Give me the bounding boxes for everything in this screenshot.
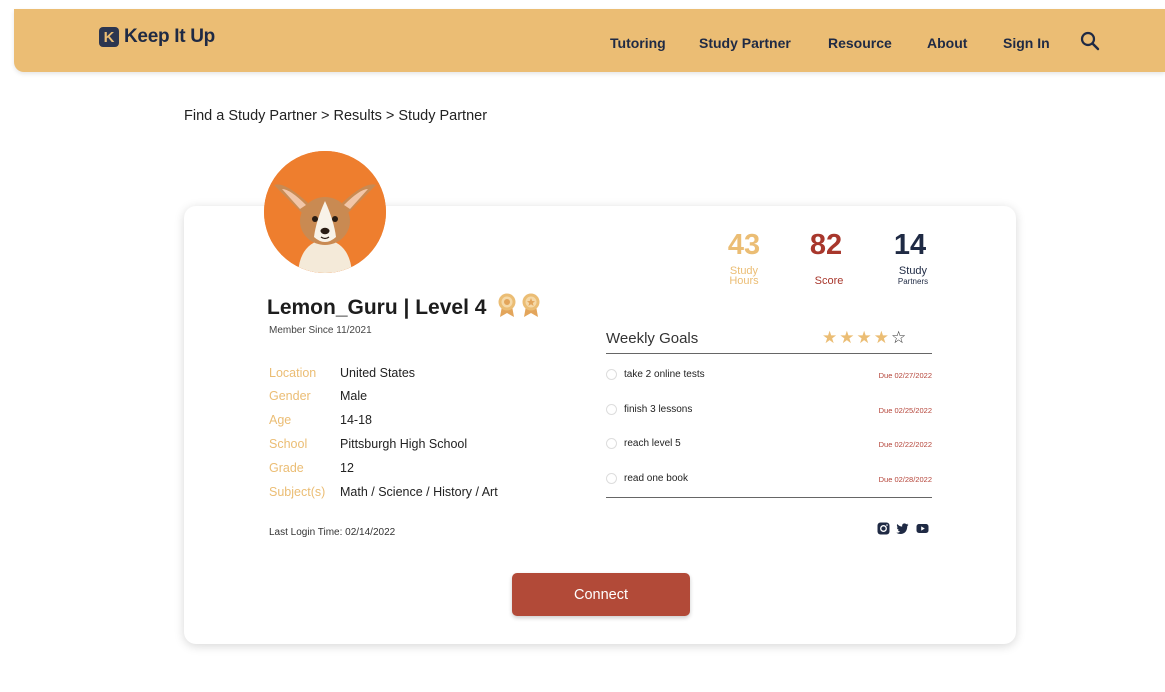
- info-label-location: Location: [269, 366, 317, 380]
- youtube-icon[interactable]: [916, 522, 929, 535]
- info-label-grade: Grade: [269, 461, 304, 475]
- breadcrumb[interactable]: Find a Study Partner > Results > Study P…: [184, 108, 487, 124]
- study-partners-label-line1: Study: [898, 265, 928, 277]
- search-icon[interactable]: [1079, 30, 1101, 52]
- goal-checkbox[interactable]: [606, 438, 617, 449]
- goal-checkbox[interactable]: [606, 473, 617, 484]
- nav-tutoring[interactable]: Tutoring: [610, 35, 666, 51]
- study-partners-value: 14: [893, 229, 927, 261]
- info-value-location: United States: [340, 366, 416, 380]
- goal-text: finish 3 lessons: [624, 404, 693, 415]
- logo-mark-icon: K: [99, 27, 119, 47]
- info-value-age: 14-18: [340, 413, 372, 427]
- username-level: Lemon_Guru | Level 4: [267, 296, 487, 319]
- goals-divider-bottom: [606, 497, 932, 498]
- nav-resource[interactable]: Resource: [828, 35, 892, 51]
- study-hours-label: Study Hours: [714, 266, 774, 287]
- star-filled-icon: ★: [822, 328, 840, 347]
- goal-text: take 2 online tests: [624, 369, 705, 380]
- info-label-age: Age: [269, 413, 292, 427]
- study-hours-label-line2: Hours: [729, 275, 759, 287]
- score-label-text: Score: [814, 275, 844, 287]
- member-since: Member Since 11/2021: [269, 325, 372, 336]
- star-filled-icon: ★: [873, 328, 891, 347]
- brand-logo[interactable]: K Keep It Up: [99, 26, 215, 48]
- info-value-subjects: Math / Science / History / Art: [340, 485, 498, 499]
- top-strip: [0, 0, 1165, 9]
- goals-divider-top: [606, 353, 932, 354]
- score-value: 82: [809, 229, 843, 261]
- goal-due-date: Due 02/28/2022: [878, 475, 932, 484]
- info-label-subjects: Subject(s): [269, 485, 326, 499]
- goal-text: read one book: [624, 473, 688, 484]
- goal-text: reach level 5: [624, 438, 681, 449]
- goal-due-date: Due 02/22/2022: [878, 440, 932, 449]
- avatar: [264, 151, 386, 273]
- info-value-gender: Male: [340, 389, 368, 403]
- nav-about[interactable]: About: [927, 35, 967, 51]
- info-value-grade: 12: [340, 461, 354, 475]
- award-badge-icon: [522, 293, 540, 317]
- top-navbar: K Keep It Up Tutoring Study Partner Reso…: [14, 9, 1165, 72]
- info-value-school: Pittsburgh High School: [340, 437, 468, 451]
- nav-sign-in[interactable]: Sign In: [1003, 35, 1050, 51]
- connect-button[interactable]: Connect: [512, 573, 690, 616]
- goal-checkbox[interactable]: [606, 369, 617, 380]
- goal-due-date: Due 02/27/2022: [878, 371, 932, 380]
- star-empty-icon: ☆: [891, 328, 909, 347]
- weekly-goals-title: Weekly Goals: [606, 330, 699, 347]
- study-hours-value: 43: [727, 229, 761, 261]
- last-login-time: Last Login Time: 02/14/2022: [269, 527, 396, 538]
- goal-checkbox[interactable]: [606, 404, 617, 415]
- badge-icon: [498, 293, 516, 317]
- corgi-avatar-image: [264, 151, 386, 273]
- star-filled-icon: ★: [839, 328, 857, 347]
- info-label-gender: Gender: [269, 389, 311, 403]
- study-partners-label: Study Partners: [883, 266, 943, 287]
- star-filled-icon: ★: [856, 328, 874, 347]
- score-label: Score: [799, 275, 859, 287]
- weekly-goals-rating: ★★★★☆: [822, 328, 908, 348]
- study-partners-label-line2: Partners: [897, 277, 929, 286]
- goal-due-date: Due 02/25/2022: [878, 406, 932, 415]
- brand-name: Keep It Up: [124, 26, 215, 47]
- instagram-icon[interactable]: [877, 522, 890, 535]
- nav-study-partner[interactable]: Study Partner: [699, 35, 791, 51]
- info-label-school: School: [269, 437, 308, 451]
- twitter-icon[interactable]: [896, 522, 909, 535]
